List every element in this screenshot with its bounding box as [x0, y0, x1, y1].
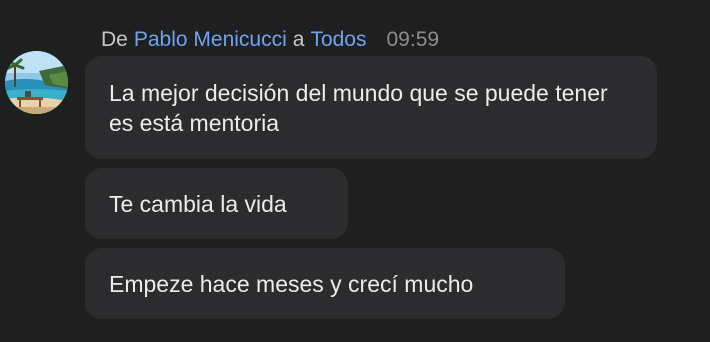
message-header: De Pablo Menicucci a Todos 09:59	[101, 27, 439, 53]
message-bubble[interactable]: Empeze hace meses y crecí mucho	[85, 248, 565, 319]
chat-message-group: De Pablo Menicucci a Todos 09:59 La mejo…	[0, 0, 710, 342]
message-text: Empeze hace meses y crecí mucho	[109, 271, 474, 297]
message-text: Te cambia la vida	[109, 191, 287, 217]
message-bubble[interactable]: La mejor decisión del mundo que se puede…	[85, 56, 657, 159]
avatar[interactable]	[5, 51, 68, 114]
from-label: De	[101, 28, 128, 51]
sender-name-link[interactable]: Pablo Menicucci	[134, 28, 287, 52]
message-text: La mejor decisión del mundo que se puede…	[109, 80, 608, 136]
recipient-link[interactable]: Todos	[310, 28, 366, 52]
to-label: a	[292, 28, 305, 51]
message-timestamp: 09:59	[386, 28, 440, 51]
beach-avatar-image	[5, 51, 68, 114]
message-bubble[interactable]: Te cambia la vida	[85, 168, 348, 239]
